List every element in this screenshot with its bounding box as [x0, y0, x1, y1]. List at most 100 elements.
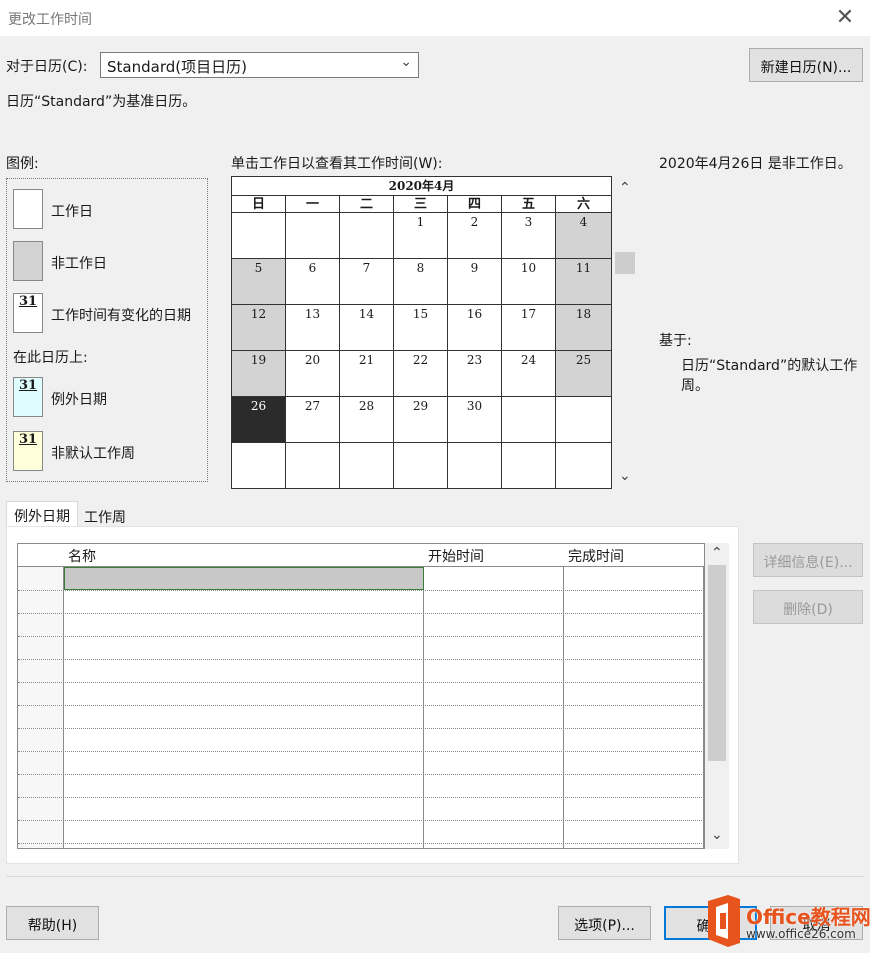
calendar-day[interactable]: 13: [286, 305, 340, 351]
calendar-scroll-up-icon[interactable]: ⌃: [619, 180, 631, 196]
calendar-day[interactable]: 16: [448, 305, 502, 351]
calendar-scroll-thumb[interactable]: [615, 252, 635, 274]
calendar-day[interactable]: 12: [232, 305, 286, 351]
window-title: 更改工作时间: [8, 12, 92, 28]
details-button[interactable]: 详细信息(E)...: [753, 543, 863, 577]
legend-label-changed: 工作时间有变化的日期: [51, 308, 191, 324]
calendar-day[interactable]: 6: [286, 259, 340, 305]
options-button[interactable]: 选项(P)...: [558, 906, 651, 940]
legend-swatch-exception: 31: [13, 377, 43, 417]
column-header-start[interactable]: 开始时间: [424, 544, 564, 567]
calendar-day[interactable]: 30: [448, 397, 502, 443]
legend-on-calendar-heading: 在此日历上:: [13, 350, 88, 366]
calendar-empty-cell: [502, 397, 556, 443]
calendar-day[interactable]: 27: [286, 397, 340, 443]
table-row[interactable]: [18, 752, 704, 775]
calendar-day[interactable]: 29: [394, 397, 448, 443]
calendar-day[interactable]: 11: [556, 259, 611, 305]
calendar-day[interactable]: 25: [556, 351, 611, 397]
calendar-day[interactable]: 28: [340, 397, 394, 443]
new-calendar-button[interactable]: 新建日历(N)...: [749, 48, 863, 82]
table-row[interactable]: [18, 706, 704, 729]
calendar-empty-cell: [340, 213, 394, 259]
table-row[interactable]: [18, 821, 704, 844]
table-row[interactable]: [18, 591, 704, 614]
watermark-logo: Office教程网 www.office26.com: [702, 893, 870, 949]
weekday-header: 六: [556, 195, 611, 213]
calendar-day[interactable]: 19: [232, 351, 286, 397]
month-calendar: 2020年4月 日一二三四五六 1 2 3 4 5 6 7 8 9 10 11 12 13 14 15 16 17…: [231, 176, 612, 489]
table-row[interactable]: [18, 614, 704, 637]
table-row[interactable]: [18, 683, 704, 706]
calendar-empty-cell: [448, 443, 502, 489]
calendar-day[interactable]: 9: [448, 259, 502, 305]
calendar-select-label: 对于日历(C):: [6, 59, 88, 75]
calendar-day[interactable]: 2: [448, 213, 502, 259]
calendar-empty-cell: [232, 213, 286, 259]
calendar-day[interactable]: 10: [502, 259, 556, 305]
calendar-day[interactable]: 23: [448, 351, 502, 397]
calendar-empty-cell: [556, 397, 611, 443]
footer-separator: [6, 876, 864, 877]
calendar-day[interactable]: 4: [556, 213, 611, 259]
calendar-day[interactable]: 18: [556, 305, 611, 351]
based-on-label: 基于:: [659, 333, 692, 349]
title-bar: 更改工作时间 ✕: [0, 0, 870, 36]
calendar-day[interactable]: 20: [286, 351, 340, 397]
calendar-empty-cell: [286, 213, 340, 259]
legend-swatch-nonworking: [13, 241, 43, 281]
column-header-finish[interactable]: 完成时间: [564, 544, 704, 567]
watermark-url: www.office26.com: [746, 927, 856, 941]
tab-exceptions[interactable]: 例外日期: [6, 501, 78, 527]
grid-scrollbar[interactable]: ⌃ ⌄: [705, 543, 729, 849]
grid-scroll-thumb[interactable]: [708, 565, 726, 761]
weekday-header: 一: [286, 195, 340, 213]
based-on-text: 日历“Standard”的默认工作 周。: [681, 356, 857, 396]
based-on-line-2: 周。: [681, 378, 709, 394]
calendar-day[interactable]: 26: [232, 397, 286, 443]
calendar-day[interactable]: 7: [340, 259, 394, 305]
column-header-name[interactable]: 名称: [64, 544, 424, 567]
weekday-header: 三: [394, 195, 448, 213]
weekday-header: 二: [340, 195, 394, 213]
table-row[interactable]: [18, 775, 704, 798]
table-row[interactable]: [18, 637, 704, 660]
calendar-day[interactable]: 1: [394, 213, 448, 259]
legend-panel: 工作日 非工作日 31 工作时间有变化的日期 在此日历上: 31 例外日期 31…: [6, 178, 208, 482]
calendar-day[interactable]: 21: [340, 351, 394, 397]
calendar-dropdown-value: Standard(项目日历): [107, 58, 247, 76]
corner-header: [18, 544, 64, 567]
calendar-day[interactable]: 22: [394, 351, 448, 397]
delete-button[interactable]: 删除(D): [753, 590, 863, 624]
calendar-empty-cell: [556, 443, 611, 489]
help-button[interactable]: 帮助(H): [6, 906, 99, 940]
calendar-dropdown[interactable]: Standard(项目日历) ⌄: [100, 52, 419, 78]
calendar-day[interactable]: 17: [502, 305, 556, 351]
calendar-day[interactable]: 14: [340, 305, 394, 351]
calendar-day[interactable]: 5: [232, 259, 286, 305]
weekday-header: 日: [232, 195, 286, 213]
legend-label-exception: 例外日期: [51, 392, 107, 408]
legend-swatch-changed: 31: [13, 293, 43, 333]
legend-swatch-working: [13, 189, 43, 229]
legend-swatch-nondefault-week: 31: [13, 431, 43, 471]
selected-day-status: 2020年4月26日 是非工作日。: [659, 156, 852, 172]
exceptions-table: 名称 开始时间 完成时间: [17, 543, 705, 849]
close-icon[interactable]: ✕: [832, 6, 858, 30]
based-on-line-1: 日历“Standard”的默认工作: [681, 358, 858, 374]
grid-scroll-down-icon[interactable]: ⌄: [711, 827, 723, 843]
calendar-month-title: 2020年4月: [388, 179, 455, 193]
calendar-scroll-down-icon[interactable]: ⌄: [619, 468, 631, 484]
table-row[interactable]: [18, 729, 704, 752]
calendar-day[interactable]: 15: [394, 305, 448, 351]
chevron-down-icon: ⌄: [400, 54, 412, 70]
table-row[interactable]: [18, 798, 704, 821]
selected-name-cell[interactable]: [64, 567, 424, 590]
calendar-day[interactable]: 8: [394, 259, 448, 305]
calendar-empty-cell: [394, 443, 448, 489]
calendar-empty-cell: [286, 443, 340, 489]
calendar-day[interactable]: 24: [502, 351, 556, 397]
table-row[interactable]: [18, 660, 704, 683]
grid-scroll-up-icon[interactable]: ⌃: [711, 545, 723, 561]
calendar-day[interactable]: 3: [502, 213, 556, 259]
